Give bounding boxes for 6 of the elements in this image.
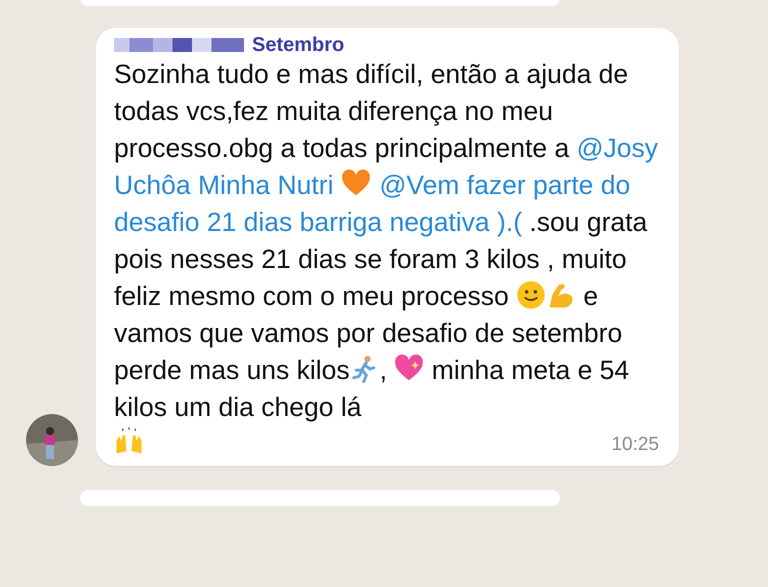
raised-hands-icon [114, 426, 144, 456]
message-time: 10:25 [611, 434, 659, 456]
message-text: Sozinha tudo e mas difícil, então a ajuda de todas vcs,fez muita diferença no meu processo.obg a todas principalmente a @Josy Uchôa Minha Nutri @Vem fazer parte do desafio 21 dias barriga negativa ).( .sou grata pois nesses 21 dias se foram 3 kilos , muito feliz mesmo com o meu processo e vamos que vamos por desafio de setembro perde mas uns kilos , minha meta e 54 kilos um dia chego lá [114, 58, 659, 424]
smiley-icon [516, 280, 546, 310]
sender-name[interactable]: Setembro [252, 34, 344, 56]
avatar[interactable] [26, 414, 78, 466]
